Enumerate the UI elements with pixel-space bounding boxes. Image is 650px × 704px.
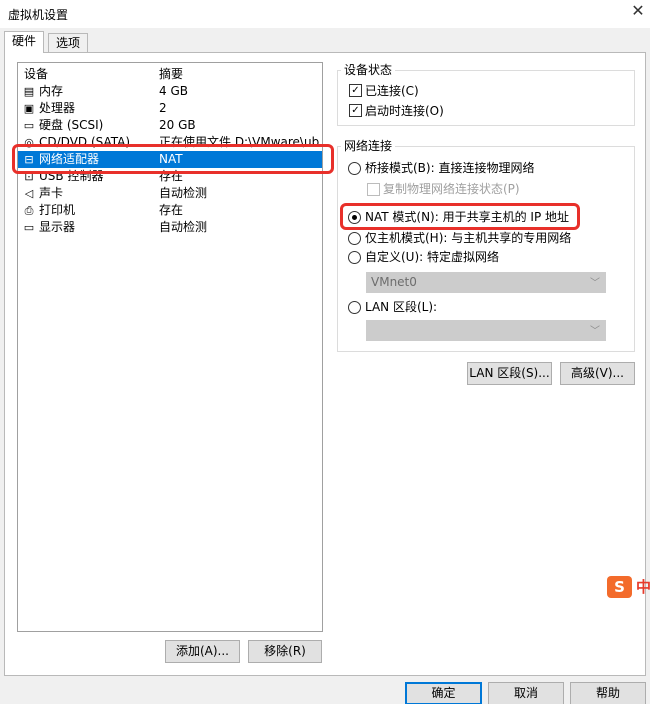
device-name: 硬盘 (SCSI) <box>39 118 104 132</box>
device-row-processor[interactable]: ▣ 处理器 2 <box>18 100 322 117</box>
device-name: 打印机 <box>39 203 76 217</box>
tab-options[interactable]: 选项 <box>48 33 89 53</box>
lan-segments-button[interactable]: LAN 区段(S)... <box>467 362 552 385</box>
tab-hardware[interactable]: 硬件 <box>4 31 45 53</box>
device-summary: 自动检测 <box>159 220 208 234</box>
connect-at-power-on-checkbox[interactable]: ✓ <box>349 104 362 117</box>
replicate-state-label: 复制物理网络连接状态(P) <box>383 182 520 196</box>
host-only-radio[interactable] <box>348 232 361 245</box>
connect-at-power-on-label[interactable]: 启动时连接(O) <box>365 104 444 118</box>
custom-network-value: VMnet0 <box>371 275 417 289</box>
device-row-sound[interactable]: ◁ 声卡 自动检测 <box>18 185 322 202</box>
custom-network-select: VMnet0 ﹀ <box>366 272 606 293</box>
bridged-radio[interactable] <box>348 162 361 175</box>
harddisk-icon: ▭ <box>23 119 35 132</box>
sogou-ime-icon[interactable]: S <box>607 576 632 598</box>
device-summary: 存在 <box>159 203 184 217</box>
sound-icon: ◁ <box>24 187 34 200</box>
printer-icon: ⎙ <box>24 204 34 217</box>
device-summary: 自动检测 <box>159 186 208 200</box>
add-button[interactable]: 添加(A)... <box>165 640 240 663</box>
lan-segment-label[interactable]: LAN 区段(L): <box>365 300 437 314</box>
help-button[interactable]: 帮助 <box>570 682 646 704</box>
title-bar <box>0 0 650 28</box>
close-icon[interactable]: ✕ <box>626 0 650 24</box>
memory-icon: ▤ <box>23 85 35 98</box>
connected-label[interactable]: 已连接(C) <box>365 84 419 98</box>
advanced-button[interactable]: 高级(V)... <box>560 362 635 385</box>
chevron-down-icon: ﹀ <box>590 278 600 289</box>
replicate-state-checkbox <box>367 183 380 196</box>
lan-segment-radio[interactable] <box>348 301 361 314</box>
bridged-label[interactable]: 桥接模式(B): 直接连接物理网络 <box>365 161 534 175</box>
ok-button[interactable]: 确定 <box>405 682 482 704</box>
device-name: 声卡 <box>39 186 64 200</box>
custom-radio[interactable] <box>348 251 361 264</box>
device-list-header: 设备 摘要 <box>18 66 322 83</box>
device-summary: 20 GB <box>159 118 196 132</box>
device-name: 显示器 <box>39 220 76 234</box>
device-name: 内存 <box>39 84 64 98</box>
remove-button[interactable]: 移除(R) <box>248 640 322 663</box>
device-name: 处理器 <box>39 101 76 115</box>
host-only-label[interactable]: 仅主机模式(H): 与主机共享的专用网络 <box>365 231 571 245</box>
device-row-printer[interactable]: ⎙ 打印机 存在 <box>18 202 322 219</box>
device-status-label: 设备状态 <box>341 63 396 77</box>
device-summary: 2 <box>159 101 167 115</box>
cancel-button[interactable]: 取消 <box>488 682 564 704</box>
network-adapter-highlight <box>12 144 334 174</box>
window-title: 虚拟机设置 <box>8 8 69 22</box>
column-header-device[interactable]: 设备 <box>24 66 48 83</box>
display-icon: ▭ <box>23 221 35 234</box>
device-row-display[interactable]: ▭ 显示器 自动检测 <box>18 219 322 236</box>
processor-icon: ▣ <box>23 102 35 115</box>
ime-mode-indicator[interactable]: 中 <box>636 577 650 597</box>
nat-highlight <box>340 203 580 230</box>
device-row-harddisk[interactable]: ▭ 硬盘 (SCSI) 20 GB <box>18 117 322 134</box>
device-summary: 4 GB <box>159 84 188 98</box>
network-connection-label: 网络连接 <box>341 139 396 153</box>
column-header-summary[interactable]: 摘要 <box>159 66 319 83</box>
custom-label[interactable]: 自定义(U): 特定虚拟网络 <box>365 250 499 264</box>
lan-segment-select: ﹀ <box>366 320 606 341</box>
connected-checkbox[interactable]: ✓ <box>349 84 362 97</box>
chevron-down-icon: ﹀ <box>590 326 600 337</box>
device-row-memory[interactable]: ▤ 内存 4 GB <box>18 83 322 100</box>
